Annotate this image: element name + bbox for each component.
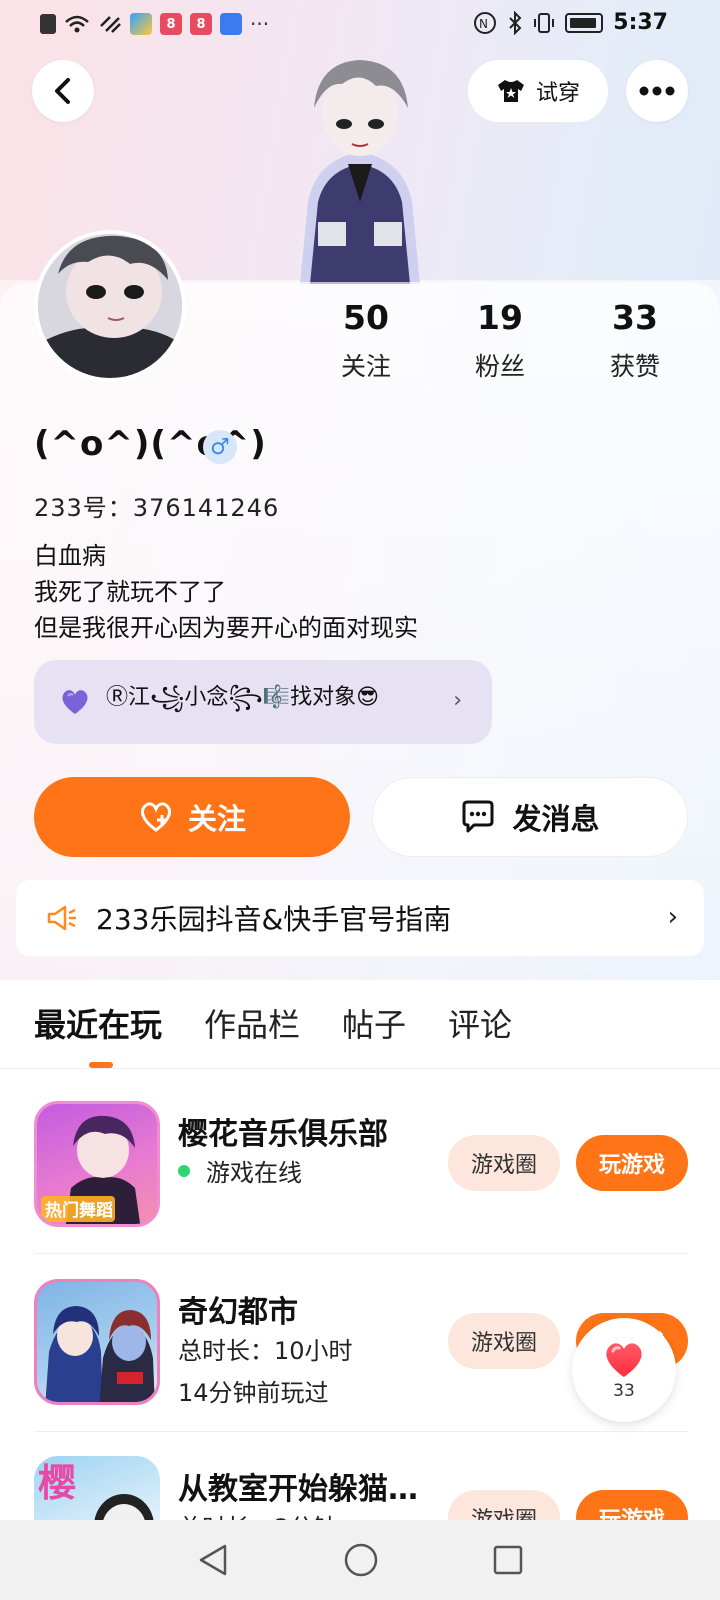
- game-cover-image: [45, 1306, 155, 1402]
- chat-bubble-icon: [462, 800, 494, 833]
- following-label: 关注: [340, 352, 391, 381]
- tab-recently-played[interactable]: 最近在玩: [34, 1000, 162, 1046]
- game-circle-button[interactable]: 游戏圈: [448, 1313, 560, 1369]
- game-cover-text: 樱: [38, 1461, 76, 1505]
- sim-alert-icon: [40, 14, 56, 34]
- game-title: 樱花音乐俱乐部: [178, 1117, 388, 1152]
- more-notifications-indicator: ···: [250, 12, 270, 36]
- tab-works[interactable]: 作品栏: [204, 1000, 300, 1046]
- likes-stat[interactable]: 33 获赞: [575, 298, 695, 383]
- divider: [0, 1068, 720, 1069]
- back-button[interactable]: [32, 60, 94, 122]
- heart-plus-icon: [141, 802, 171, 832]
- game-playtime: 总时长：3分钟: [178, 1508, 337, 1520]
- following-stat[interactable]: 50 关注: [306, 298, 426, 383]
- follow-button[interactable]: 关注: [34, 777, 350, 857]
- try-on-button[interactable]: 试穿: [468, 60, 608, 122]
- svg-text:N: N: [479, 17, 488, 31]
- app-notification-icon: [130, 13, 152, 35]
- game-icon: [34, 1279, 160, 1405]
- recents-square-icon[interactable]: [492, 1544, 524, 1576]
- character-avatar-figure: [290, 52, 430, 284]
- game-icon: 热门舞蹈: [34, 1101, 160, 1227]
- chevron-left-icon: [55, 78, 70, 104]
- follow-label: 关注: [187, 802, 246, 836]
- megaphone-icon: [47, 905, 76, 931]
- family-group-pill[interactable]: Ⓡ江꧁小念꧂🎼找对象😎 ›: [34, 660, 492, 744]
- list-item[interactable]: 樱 从教室开始躲猫… 总时长：3分钟 游戏圈 玩游戏: [0, 1456, 720, 1520]
- bio-line: 白血病: [34, 542, 106, 570]
- divider: [34, 1253, 688, 1254]
- home-circle-icon[interactable]: [343, 1542, 379, 1578]
- followers-label: 粉丝: [474, 352, 525, 381]
- bluetooth-icon: [509, 10, 522, 35]
- bio-line: 我死了就玩不了了: [34, 578, 226, 606]
- avatar[interactable]: [34, 230, 186, 382]
- divider: [34, 1431, 688, 1432]
- game-icon: 樱: [34, 1456, 160, 1520]
- game-title: 从教室开始躲猫…: [178, 1472, 418, 1507]
- game-title: 奇幻都市: [178, 1295, 298, 1330]
- chevron-right-icon: ›: [667, 902, 678, 932]
- game-last-played: 14分钟前玩过: [178, 1379, 329, 1407]
- status-time: 5:37: [613, 10, 668, 35]
- tab-comments[interactable]: 评论: [448, 1000, 512, 1046]
- followers-count: 19: [477, 298, 523, 337]
- try-on-label: 试穿: [535, 81, 580, 106]
- character-illustration: [300, 60, 420, 284]
- user-id[interactable]: 233号：376141246: [34, 488, 279, 523]
- heart-icon: [606, 1343, 642, 1377]
- app-notification-icon: 8: [160, 13, 182, 35]
- announcement-bar[interactable]: 233乐园抖音&快手官号指南 ›: [16, 880, 704, 956]
- list-item[interactable]: 热门舞蹈 樱花音乐俱乐部 游戏在线 游戏圈 玩游戏: [0, 1101, 720, 1277]
- status-bar: 8 8 ··· N 5:37: [0, 0, 720, 48]
- app-notification-icon: [220, 13, 242, 35]
- tshirt-icon: [497, 80, 524, 102]
- likes-count: 33: [612, 298, 658, 337]
- bio-line: 但是我很开心因为要开心的面对现实: [34, 614, 418, 642]
- announcement-text: 233乐园抖音&快手官号指南: [96, 903, 452, 936]
- following-count: 50: [343, 298, 389, 337]
- battery-icon: [565, 12, 604, 33]
- send-message-label: 发消息: [512, 802, 600, 836]
- profile-tabs: 最近在玩 作品栏 帖子 评论: [34, 1000, 512, 1046]
- status-right-icons: N 5:37: [473, 10, 668, 35]
- likes-label: 获赞: [609, 352, 660, 381]
- chevron-right-icon: ›: [453, 688, 462, 713]
- game-circle-button[interactable]: 游戏圈: [448, 1490, 560, 1520]
- system-navigation-bar: [0, 1520, 720, 1600]
- gender-male-icon: ♂: [203, 430, 237, 464]
- wifi-icon: [65, 15, 89, 33]
- app-notification-icon: 8: [190, 13, 212, 35]
- floating-like-button[interactable]: 33: [572, 1318, 676, 1422]
- tab-posts[interactable]: 帖子: [342, 1000, 406, 1046]
- nfc-icon: N: [474, 11, 497, 34]
- game-circle-button[interactable]: 游戏圈: [448, 1135, 560, 1191]
- bio: 白血病 我死了就玩不了了 但是我很开心因为要开心的面对现实: [34, 538, 418, 646]
- game-cover-text: 热门舞蹈: [45, 1200, 113, 1221]
- more-dots-icon: [639, 86, 675, 96]
- family-group-text: Ⓡ江꧁小念꧂🎼找对象😎: [106, 685, 380, 710]
- hotspot-icon: [100, 16, 121, 33]
- game-status-text: 游戏在线: [206, 1159, 302, 1187]
- game-status: 游戏在线: [178, 1153, 302, 1188]
- status-left-icons: 8 8 ···: [40, 12, 269, 36]
- online-status-dot: [178, 1164, 190, 1177]
- play-game-button[interactable]: 玩游戏: [576, 1135, 688, 1191]
- game-cover-image: 热门舞蹈: [41, 1115, 141, 1224]
- followers-stat[interactable]: 19 粉丝: [440, 298, 560, 383]
- like-count: 33: [613, 1381, 635, 1401]
- game-playtime: 总时长：10小时: [178, 1337, 353, 1365]
- avatar-image: [38, 234, 182, 378]
- more-options-button[interactable]: [626, 60, 688, 122]
- send-message-button[interactable]: 发消息: [372, 777, 688, 857]
- play-game-button[interactable]: 玩游戏: [576, 1490, 688, 1520]
- purple-heart-icon: [62, 690, 88, 714]
- vibrate-icon: [534, 12, 555, 33]
- back-triangle-icon[interactable]: [196, 1542, 230, 1578]
- game-cover-image: 樱: [38, 1461, 154, 1520]
